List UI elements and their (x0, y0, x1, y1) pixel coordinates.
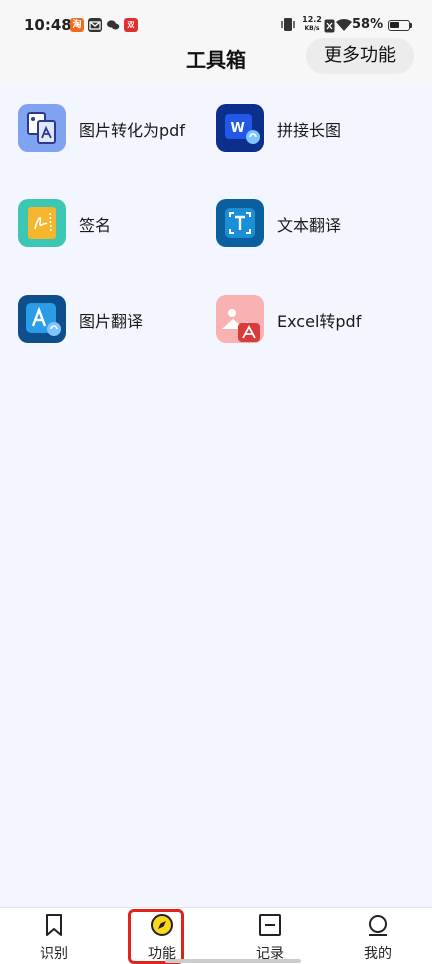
mail-icon (88, 18, 102, 32)
more-functions-button[interactable]: 更多功能 (306, 38, 414, 74)
image-translate-icon (18, 295, 66, 343)
tool-image-to-pdf[interactable]: 图片转化为pdf (18, 104, 208, 154)
battery-icon (388, 20, 410, 31)
text-translate-icon (216, 199, 264, 247)
no-sim-icon (324, 18, 335, 37)
status-right: 12.2 KB/s 58% (280, 14, 412, 36)
tool-excel-to-pdf[interactable]: Excel转pdf (216, 295, 406, 345)
word-merge-icon: W (216, 104, 264, 152)
wechat-icon (106, 18, 120, 32)
tool-text-translate[interactable]: 文本翻译 (216, 199, 406, 249)
nav-item-profile[interactable]: 我的 (338, 908, 418, 964)
nav-label: 识别 (40, 946, 68, 962)
image-to-pdf-icon (18, 104, 66, 152)
tool-image-translate[interactable]: 图片翻译 (18, 295, 208, 345)
tool-label: 图片翻译 (79, 312, 144, 331)
battery-percent: 58% (352, 17, 384, 32)
tool-label: 图片转化为pdf (79, 121, 185, 140)
battery-fill (390, 22, 400, 28)
excel-to-pdf-icon (216, 295, 264, 343)
bookmark-icon (42, 913, 66, 937)
net-speed-value: 12.2 (302, 15, 322, 24)
tool-label: 拼接长图 (277, 121, 342, 140)
tool-label: 文本翻译 (277, 216, 342, 235)
bottom-nav: 识别 功能 记录 我的 (0, 907, 432, 964)
battery-tip (410, 23, 412, 28)
app-notification-icon: 淘 (70, 18, 84, 32)
tool-label: 签名 (79, 216, 112, 235)
nav-item-recognize[interactable]: 识别 (14, 908, 94, 964)
profile-icon (366, 913, 390, 937)
active-nav-highlight (128, 909, 184, 964)
tool-label: Excel转pdf (277, 312, 362, 331)
net-speed-unit: KB/s (304, 25, 320, 32)
svg-text:W: W (231, 121, 245, 136)
wifi-icon (336, 17, 352, 36)
home-indicator (165, 959, 301, 963)
record-icon (258, 913, 282, 937)
net-speed: 12.2 KB/s (301, 15, 323, 33)
status-time: 10:48 (24, 16, 72, 34)
shopping-app-icon: 双11 (124, 18, 138, 43)
signature-icon (18, 199, 66, 247)
nav-item-records[interactable]: 记录 (230, 908, 310, 964)
nav-label: 我的 (364, 946, 392, 962)
tool-merge-long-image[interactable]: W 拼接长图 (216, 104, 406, 154)
header: 工具箱 更多功能 (0, 36, 432, 84)
tool-signature[interactable]: 签名 (18, 199, 208, 249)
